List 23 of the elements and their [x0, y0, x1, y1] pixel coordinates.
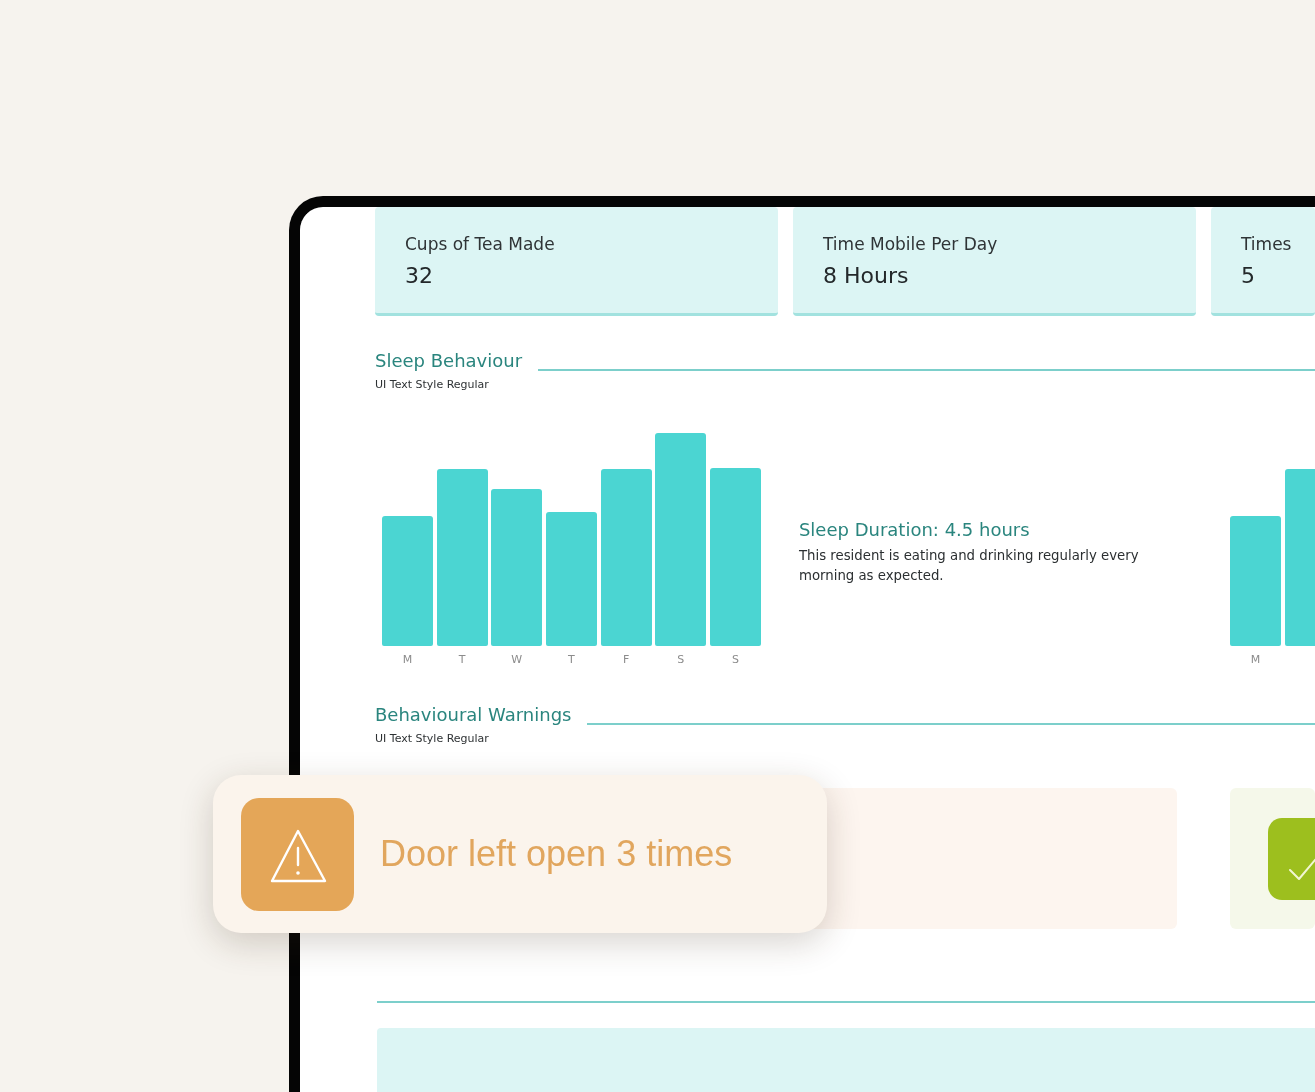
section-title: Sleep Behaviour: [375, 350, 523, 372]
day-label: T: [567, 653, 576, 667]
stat-label: Time Mobile Per Day: [823, 233, 998, 255]
section-subtitle: UI Text Style Regular: [375, 732, 489, 746]
day-label: M: [1249, 653, 1262, 667]
day-label: F: [621, 653, 631, 667]
summary-title: Sleep Duration: 4.5 hours: [798, 518, 1030, 542]
check-icon: [1268, 817, 1315, 900]
section-title: Behavioural Warnings: [375, 704, 572, 726]
stat-label: Cups of Tea Made: [405, 233, 555, 255]
alert-text: Door left open 3 times: [380, 833, 733, 875]
stat-label: Times: [1241, 233, 1292, 255]
day-label: W: [510, 653, 524, 667]
stat-value: 5: [1241, 262, 1255, 290]
day-label: T: [457, 653, 467, 667]
stat-value: 32: [405, 262, 433, 290]
stat-value: 8 Hours: [823, 262, 909, 290]
day-label: S: [676, 653, 686, 667]
day-label: M: [401, 653, 414, 667]
warning-icon: [241, 797, 354, 911]
section-subtitle: UI Text Style Regular: [375, 378, 489, 392]
summary-text: This resident is eating and drinking regularly every morning as expected.: [798, 547, 1140, 585]
day-label: S: [730, 653, 740, 667]
